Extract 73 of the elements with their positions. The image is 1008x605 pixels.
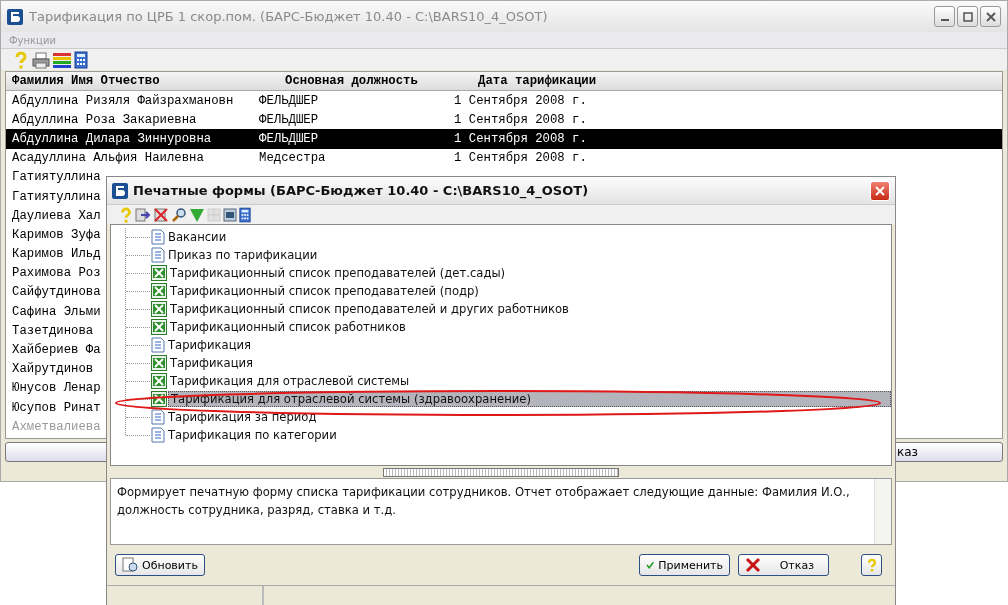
calculator-icon[interactable] — [239, 206, 251, 223]
tree-item[interactable]: Тарификационный список преподавателей (дет.сады) — [168, 266, 508, 280]
minimize-icon — [940, 19, 949, 21]
spreadsheet-icon — [151, 265, 167, 281]
name-cell: Даулиева Хал — [12, 208, 101, 223]
position-cell-text: ФЕЛЬДШЕР — [259, 93, 320, 108]
name-cell-text: Абдуллина Дилара Зиннуровна — [11, 131, 213, 146]
document-icon — [151, 247, 165, 263]
tree-item[interactable]: Тарификация за период — [166, 410, 319, 424]
refresh-button[interactable]: Обновить — [115, 554, 205, 576]
name-cell-text: Абдуллина Ризяля Файзрахмановн — [11, 93, 235, 108]
tree-item[interactable]: Тарификационный список работников — [168, 320, 408, 334]
name-cell-text: Асадуллина Альфия Наилевна — [11, 151, 205, 166]
spreadsheet-icon — [151, 301, 167, 317]
column-header[interactable]: Фамилия Имя Отчество — [6, 74, 285, 88]
cross-icon — [745, 557, 761, 573]
table-row[interactable]: Абдуллина Роза Закариевна ФЕЛЬДШЕР 1 Сентября 2008 г. — [6, 110, 1002, 130]
printer-icon[interactable] — [32, 50, 50, 69]
tree-item[interactable]: Тарификация по категории — [166, 428, 339, 442]
table-row[interactable]: Асадуллина Альфия Наилевна Медсестра 1 Сентября 2008 г. — [6, 148, 1002, 168]
position-cell-text: ФЕЛЬДШЕР — [259, 112, 320, 127]
maximize-button[interactable] — [957, 6, 978, 27]
apply-button[interactable]: Применить — [639, 554, 730, 576]
date-cell: 1 Сентября 2008 г. — [454, 112, 587, 127]
spreadsheet-icon — [151, 355, 167, 371]
stripes-icon[interactable] — [53, 51, 71, 68]
search-icon[interactable] — [171, 206, 187, 223]
name-cell: Гатиятуллина — [12, 170, 101, 185]
close-icon — [875, 185, 885, 196]
document-icon — [151, 427, 165, 443]
tree-item[interactable]: Тарификация для отраслевой системы — [168, 374, 412, 388]
document-icon — [151, 337, 165, 353]
splitter-handle[interactable] — [383, 467, 619, 477]
column-header[interactable]: Основная должность — [285, 74, 478, 88]
window-icon[interactable] — [223, 206, 237, 223]
position-cell-text: Медсестра — [259, 151, 327, 166]
document-icon — [151, 409, 165, 425]
close-icon — [985, 11, 996, 22]
minimize-button[interactable] — [934, 6, 955, 27]
maximize-icon — [962, 11, 973, 22]
date-cell: 1 Сентября 2008 г. — [454, 131, 587, 146]
spreadsheet-icon — [151, 373, 167, 389]
window-title: Печатные формы (БАРС-Бюджет 10.40 - C:\BARS10_4_OSOT) — [133, 183, 589, 198]
help-button[interactable] — [861, 554, 882, 576]
tree-item[interactable]: Тарификационный список преподавателей и других работников — [168, 302, 571, 316]
tree-item[interactable]: Вакансии — [166, 230, 229, 244]
tree-item[interactable]: Тарификационный список преподавателей (подр) — [168, 284, 481, 298]
spreadsheet-icon — [151, 283, 167, 299]
export-icon[interactable] — [135, 206, 151, 223]
description-text: Формирует печатную форму списка тарификации сотрудников. Отчет отображает следующие данные: Фамилия И.О., должность сотрудника, разряд, ставка и т.д. — [116, 484, 851, 519]
table-row[interactable]: Абдуллина Ризяля Файзрахмановн ФЕЛЬДШЕР 1 Сентября 2008 г. — [6, 91, 1002, 111]
close-button[interactable] — [980, 6, 1001, 27]
column-header[interactable]: Дата тарификации — [478, 74, 597, 88]
refresh-icon — [122, 557, 138, 573]
tree-item[interactable]: Тарификация — [168, 356, 256, 370]
document-icon — [151, 229, 165, 245]
tree-item[interactable]: Тарификация — [166, 338, 254, 352]
window-title: Тарификация по ЦРБ 1 скор.пом. (БАРС-Бюджет 10.40 - C:\BARS10_4_OSOT) — [29, 9, 548, 24]
calculator-icon[interactable] — [74, 50, 88, 69]
spreadsheet-icon — [151, 319, 167, 335]
filter-icon[interactable] — [189, 206, 205, 223]
app-logo-icon — [112, 182, 128, 199]
date-cell: 1 Сентября 2008 г. — [454, 151, 587, 166]
delete-icon[interactable] — [153, 206, 169, 223]
position-cell-text: ФЕЛЬДШЕР — [259, 131, 320, 146]
help-icon — [865, 558, 878, 572]
scrollbar[interactable] — [874, 479, 891, 544]
tree-item[interactable]: Приказ по тарификации — [166, 248, 320, 262]
table-row[interactable]: Абдуллина Дилара Зиннуровна ФЕЛЬДШЕР 1 Сентября 2008 г. — [6, 129, 1002, 149]
app-logo-icon — [7, 8, 23, 25]
date-cell: 1 Сентября 2008 г. — [454, 93, 587, 108]
cancel-button[interactable]: Отказ — [738, 554, 829, 576]
name-cell-text: Абдуллина Роза Закариевна — [11, 112, 198, 127]
